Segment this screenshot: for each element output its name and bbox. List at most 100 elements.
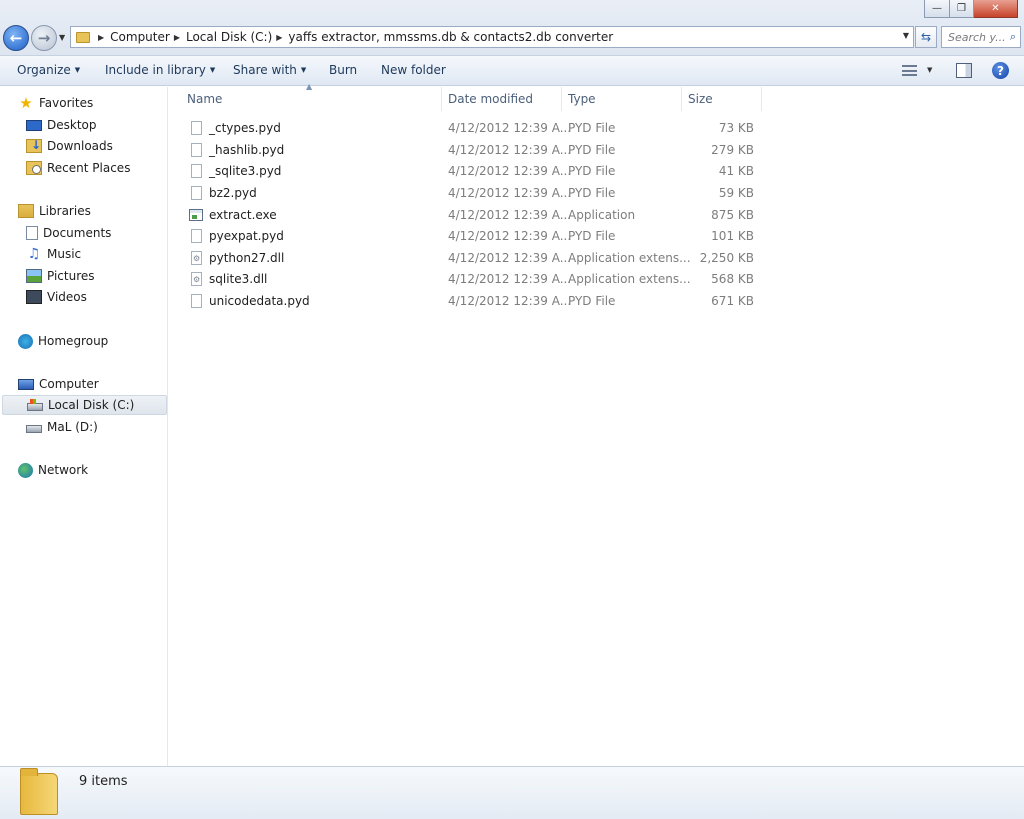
- recent-places-icon: [26, 161, 42, 175]
- table-row[interactable]: _ctypes.pyd 4/12/2012 12:39 A... PYD Fil…: [186, 118, 766, 139]
- maximize-button[interactable]: ❐: [950, 0, 974, 18]
- star-icon: ★: [19, 94, 33, 112]
- file-type: Application extens...: [568, 251, 691, 265]
- nav-local-disk[interactable]: Local Disk (C:): [2, 395, 167, 415]
- view-options-dropdown-icon[interactable]: ▼: [927, 66, 932, 74]
- table-row[interactable]: extract.exe 4/12/2012 12:39 A... Applica…: [186, 205, 766, 226]
- file-name: pyexpat.pyd: [209, 229, 284, 243]
- chevron-down-icon: ▼: [209, 66, 216, 74]
- file-size: 101 KB: [711, 229, 754, 243]
- nav-music-label: Music: [47, 247, 82, 261]
- nav-downloads-label: Downloads: [47, 139, 113, 153]
- minimize-button[interactable]: —: [924, 0, 950, 18]
- column-header-size[interactable]: Size: [682, 87, 762, 111]
- refresh-icon: ⇆: [920, 30, 932, 44]
- breadcrumb-separator-icon[interactable]: ▶: [174, 33, 180, 42]
- burn-button[interactable]: Burn: [329, 63, 357, 77]
- table-row[interactable]: sqlite3.dll 4/12/2012 12:39 A... Applica…: [186, 269, 766, 290]
- title-bar: — ❐ ✕ ← → ▼ ▶ Computer ▶ Local Disk (C:)…: [0, 0, 1024, 56]
- nav-computer-label: Computer: [39, 377, 99, 391]
- table-row[interactable]: unicodedata.pyd 4/12/2012 12:39 A... PYD…: [186, 291, 766, 312]
- help-icon[interactable]: ?: [992, 62, 1009, 79]
- refresh-button[interactable]: ⇆: [915, 26, 937, 48]
- chevron-down-icon: ▼: [300, 66, 307, 74]
- arrow-left-icon: ←: [9, 29, 23, 47]
- file-name: bz2.pyd: [209, 186, 257, 200]
- file-size: 568 KB: [711, 272, 754, 286]
- pictures-icon: [26, 269, 42, 283]
- file-name: _ctypes.pyd: [209, 121, 281, 135]
- new-folder-button[interactable]: New folder: [381, 63, 446, 77]
- nav-desktop[interactable]: Desktop: [26, 115, 97, 135]
- computer-icon: [18, 378, 34, 390]
- nav-libraries[interactable]: Libraries: [18, 201, 91, 221]
- dll-file-icon: [191, 272, 202, 286]
- include-in-library-button[interactable]: Include in library ▼: [105, 63, 215, 77]
- nav-favorites-label: Favorites: [39, 96, 94, 110]
- nav-local-disk-label: Local Disk (C:): [48, 398, 135, 412]
- column-header-type[interactable]: Type: [562, 87, 682, 111]
- folder-icon: [20, 768, 58, 815]
- file-name: _sqlite3.pyd: [209, 164, 282, 178]
- address-bar[interactable]: ▶ Computer ▶ Local Disk (C:) ▶ yaffs ext…: [70, 26, 914, 48]
- breadcrumb-current-folder[interactable]: yaffs extractor, mmssms.db & contacts2.d…: [288, 30, 613, 44]
- nav-network[interactable]: Network: [18, 460, 88, 480]
- application-icon: [189, 209, 203, 221]
- nav-favorites[interactable]: ★ Favorites: [18, 93, 93, 113]
- search-placeholder: Search y...: [948, 30, 1006, 44]
- chevron-down-icon: ▼: [74, 66, 81, 74]
- nav-recent-places[interactable]: Recent Places: [26, 158, 130, 178]
- nav-videos-label: Videos: [47, 290, 87, 304]
- items-count: 9 items: [79, 774, 128, 789]
- table-row[interactable]: _hashlib.pyd 4/12/2012 12:39 A... PYD Fi…: [186, 140, 766, 161]
- table-row[interactable]: bz2.pyd 4/12/2012 12:39 A... PYD File 59…: [186, 183, 766, 204]
- file-size: 875 KB: [711, 208, 754, 222]
- column-header-name[interactable]: Name: [181, 87, 442, 111]
- nav-videos[interactable]: Videos: [26, 287, 87, 307]
- videos-icon: [26, 290, 42, 304]
- nav-mal-drive[interactable]: MaL (D:): [26, 417, 98, 437]
- nav-homegroup[interactable]: Homegroup: [18, 331, 108, 351]
- nav-desktop-label: Desktop: [47, 118, 97, 132]
- breadcrumb-separator-icon[interactable]: ▶: [98, 33, 104, 42]
- file-icon: [191, 121, 202, 135]
- breadcrumb-separator-icon[interactable]: ▶: [276, 33, 282, 42]
- column-header-date-modified[interactable]: Date modified: [442, 87, 562, 111]
- recent-pages-dropdown[interactable]: ▼: [59, 33, 65, 42]
- file-date: 4/12/2012 12:39 A...: [448, 294, 572, 308]
- breadcrumb-local-disk[interactable]: Local Disk (C:): [186, 30, 272, 44]
- file-date: 4/12/2012 12:39 A...: [448, 186, 572, 200]
- view-details-icon[interactable]: [902, 65, 917, 76]
- nav-homegroup-label: Homegroup: [38, 334, 109, 348]
- preview-pane-icon[interactable]: [956, 63, 972, 78]
- address-dropdown-icon[interactable]: ▼: [903, 31, 909, 40]
- file-date: 4/12/2012 12:39 A...: [448, 143, 572, 157]
- file-date: 4/12/2012 12:39 A...: [448, 121, 572, 135]
- nav-downloads[interactable]: Downloads: [26, 136, 113, 156]
- back-button[interactable]: ←: [3, 25, 29, 51]
- network-icon: [18, 462, 33, 478]
- file-icon: [191, 164, 202, 178]
- homegroup-icon: [18, 333, 33, 349]
- nav-computer[interactable]: Computer: [18, 374, 99, 394]
- nav-libraries-label: Libraries: [39, 204, 91, 218]
- nav-documents-label: Documents: [43, 226, 112, 240]
- table-row[interactable]: pyexpat.pyd 4/12/2012 12:39 A... PYD Fil…: [186, 226, 766, 247]
- table-row[interactable]: _sqlite3.pyd 4/12/2012 12:39 A... PYD Fi…: [186, 161, 766, 182]
- nav-pictures[interactable]: Pictures: [26, 266, 95, 286]
- breadcrumb-computer[interactable]: Computer: [110, 30, 170, 44]
- close-button[interactable]: ✕: [974, 0, 1018, 18]
- file-type: PYD File: [568, 229, 616, 243]
- search-input[interactable]: Search y... ⌕: [941, 26, 1021, 48]
- file-type: PYD File: [568, 143, 616, 157]
- forward-button[interactable]: →: [31, 25, 57, 51]
- nav-documents[interactable]: Documents: [26, 223, 111, 243]
- organize-button[interactable]: Organize ▼: [17, 63, 80, 77]
- table-row[interactable]: python27.dll 4/12/2012 12:39 A... Applic…: [186, 248, 766, 269]
- share-with-button[interactable]: Share with ▼: [233, 63, 306, 77]
- documents-icon: [26, 226, 38, 240]
- nav-music[interactable]: ♫ Music: [26, 244, 81, 264]
- details-pane: 9 items: [0, 766, 1024, 819]
- command-bar: Organize ▼ Include in library ▼ Share with…: [0, 56, 1024, 86]
- organize-label: Organize: [17, 63, 71, 77]
